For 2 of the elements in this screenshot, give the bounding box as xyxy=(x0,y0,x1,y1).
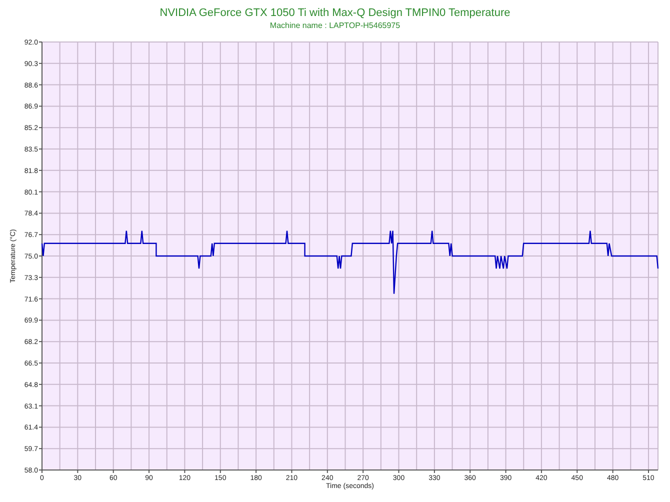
chart-title: NVIDIA GeForce GTX 1050 Ti with Max-Q Design TMPIN0 Temperature xyxy=(160,7,510,19)
chart-subtitle: Machine name : LAPTOP-H5465975 xyxy=(270,21,400,30)
